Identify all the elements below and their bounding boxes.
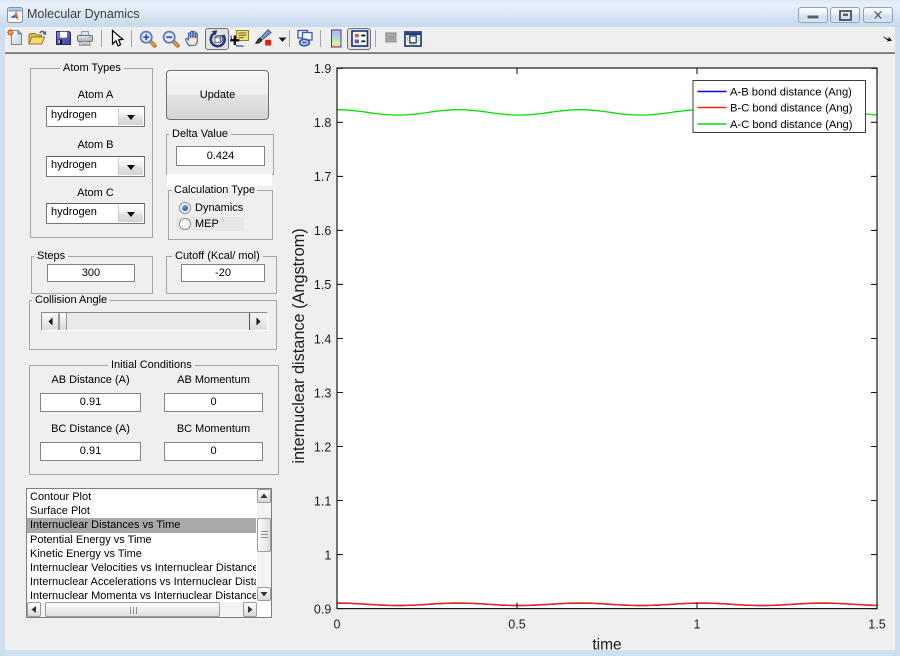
svg-text:1.2: 1.2 (314, 440, 331, 454)
svg-text:1.1: 1.1 (314, 494, 331, 508)
svg-text:1.8: 1.8 (314, 116, 331, 130)
svg-text:1.5: 1.5 (868, 618, 885, 632)
svg-text:A-B bond distance (Ang): A-B bond distance (Ang) (730, 87, 852, 99)
svg-text:1: 1 (324, 548, 331, 562)
svg-text:time: time (592, 637, 621, 654)
svg-text:1.6: 1.6 (314, 224, 331, 238)
svg-text:1.7: 1.7 (314, 170, 331, 184)
svg-text:0: 0 (334, 618, 341, 632)
svg-text:1: 1 (694, 618, 701, 632)
svg-text:1.4: 1.4 (314, 332, 331, 346)
svg-text:1.3: 1.3 (314, 386, 331, 400)
svg-text:B-C bond distance (Ang): B-C bond distance (Ang) (730, 103, 853, 115)
svg-text:A-C bond distance (Ang): A-C bond distance (Ang) (730, 119, 853, 131)
svg-text:0.5: 0.5 (508, 618, 525, 632)
svg-text:1.9: 1.9 (314, 62, 331, 76)
svg-text:0.9: 0.9 (314, 602, 331, 616)
svg-text:internuclear distance (Angstro: internuclear distance (Angstrom) (290, 228, 308, 463)
svg-text:1.5: 1.5 (314, 278, 331, 292)
